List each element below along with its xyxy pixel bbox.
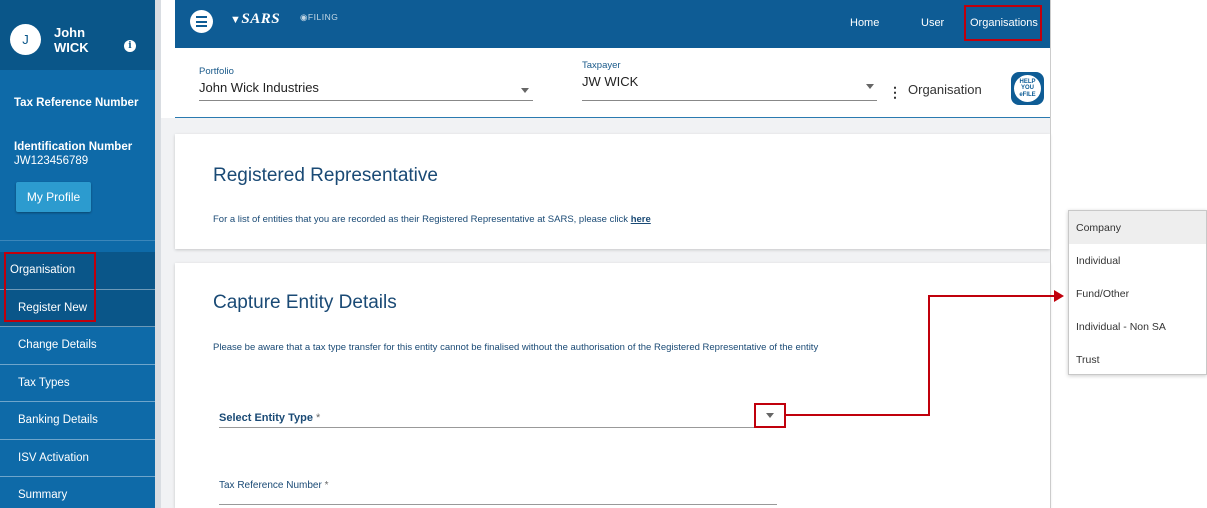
registered-representative-link[interactable]: here [631, 214, 651, 225]
efiling-logo-text: FILING [307, 12, 339, 22]
dropdown-option-fund-other[interactable]: Fund/Other [1069, 277, 1206, 310]
connector-line [928, 295, 930, 416]
taxpayer-chevron-down-icon[interactable] [866, 84, 874, 89]
highlight-box-sidebar [4, 252, 96, 322]
connector-line [928, 295, 1054, 297]
identification-label: Identification Number [14, 141, 133, 153]
connector-line [786, 414, 930, 416]
sidebar-divider [0, 240, 155, 241]
highlight-box-organisations [964, 5, 1042, 41]
identification-value: JW123456789 [14, 155, 89, 167]
portfolio-chevron-down-icon[interactable] [521, 88, 529, 93]
tax-reference-field-label: Tax Reference Number * [219, 480, 329, 491]
required-marker: * [324, 480, 329, 491]
page-root: J John WICK i Tax Reference Number Ident… [0, 0, 1207, 508]
dropdown-option-individual[interactable]: Individual [1069, 244, 1206, 277]
registered-representative-text: For a list of entities that you are reco… [213, 214, 651, 225]
entity-type-label: Select Entity Type * [219, 412, 320, 424]
sidebar-item-banking-details[interactable]: Banking Details [0, 402, 155, 440]
user-header: J John WICK i [0, 0, 155, 70]
dropdown-option-individual-non-sa[interactable]: Individual - Non SA [1069, 310, 1206, 343]
user-last-name: WICK [54, 40, 89, 55]
dropdown-option-company[interactable]: Company [1069, 211, 1206, 244]
tax-reference-input[interactable] [219, 504, 777, 505]
sars-logo-text: SARS [241, 11, 281, 27]
entity-type-label-text: Select Entity Type [219, 412, 313, 424]
user-first-name: John [54, 25, 86, 40]
taxpayer-label: Taxpayer [582, 60, 621, 71]
sidebar-item-isv-activation[interactable]: ISV Activation [0, 439, 155, 477]
sidebar-item-change-details[interactable]: Change Details [0, 327, 155, 365]
registered-representative-text-body: For a list of entities that you are reco… [213, 214, 629, 225]
organisation-label: Organisation [908, 82, 982, 97]
avatar[interactable]: J [10, 24, 41, 55]
page-right-edge [1050, 0, 1051, 508]
sidebar-item-tax-types[interactable]: Tax Types [0, 364, 155, 402]
hamburger-menu-icon[interactable] [190, 10, 213, 33]
capture-entity-notice: Please be aware that a tax type transfer… [213, 342, 819, 353]
capture-entity-card: Capture Entity Details Please be aware t… [175, 263, 1050, 508]
help-icon-line-3: eFILE [1019, 91, 1036, 98]
more-options-icon[interactable]: ⋮ [888, 84, 902, 101]
my-profile-button[interactable]: My Profile [16, 182, 91, 212]
registered-representative-title: Registered Representative [213, 165, 438, 186]
entity-type-select[interactable] [219, 427, 777, 428]
portfolio-label: Portfolio [199, 66, 234, 77]
tax-reference-field-label-text: Tax Reference Number [219, 480, 322, 491]
capture-entity-title: Capture Entity Details [213, 292, 397, 313]
info-icon[interactable]: i [124, 40, 136, 52]
nav-home-link[interactable]: Home [850, 17, 879, 29]
required-marker: * [316, 412, 321, 424]
dropdown-option-trust[interactable]: Trust [1069, 343, 1206, 376]
efiling-logo: ◉FILING [300, 12, 339, 22]
sidebar-item-summary[interactable]: Summary [0, 477, 155, 508]
tax-reference-label: Tax Reference Number [14, 97, 139, 109]
sars-logo: ▼SARS [230, 11, 281, 27]
portfolio-taxpayer-selector: Portfolio John Wick Industries Taxpayer … [175, 48, 1050, 118]
registered-representative-card: Registered Representative For a list of … [175, 134, 1050, 249]
portfolio-select[interactable]: John Wick Industries [199, 80, 319, 95]
arrow-right-icon [1054, 290, 1064, 302]
nav-user-link[interactable]: User [921, 17, 944, 29]
help-you-efile-icon[interactable]: HELP YOU eFILE [1011, 72, 1044, 105]
taxpayer-underline [582, 100, 877, 101]
entity-type-dropdown: Company Individual Fund/Other Individual… [1068, 210, 1207, 375]
portfolio-underline [199, 100, 533, 101]
taxpayer-select[interactable]: JW WICK [582, 74, 638, 89]
top-navbar: ▼SARS ◉FILING Home User Organisations [175, 0, 1050, 48]
highlight-box-entity-caret [754, 403, 786, 428]
